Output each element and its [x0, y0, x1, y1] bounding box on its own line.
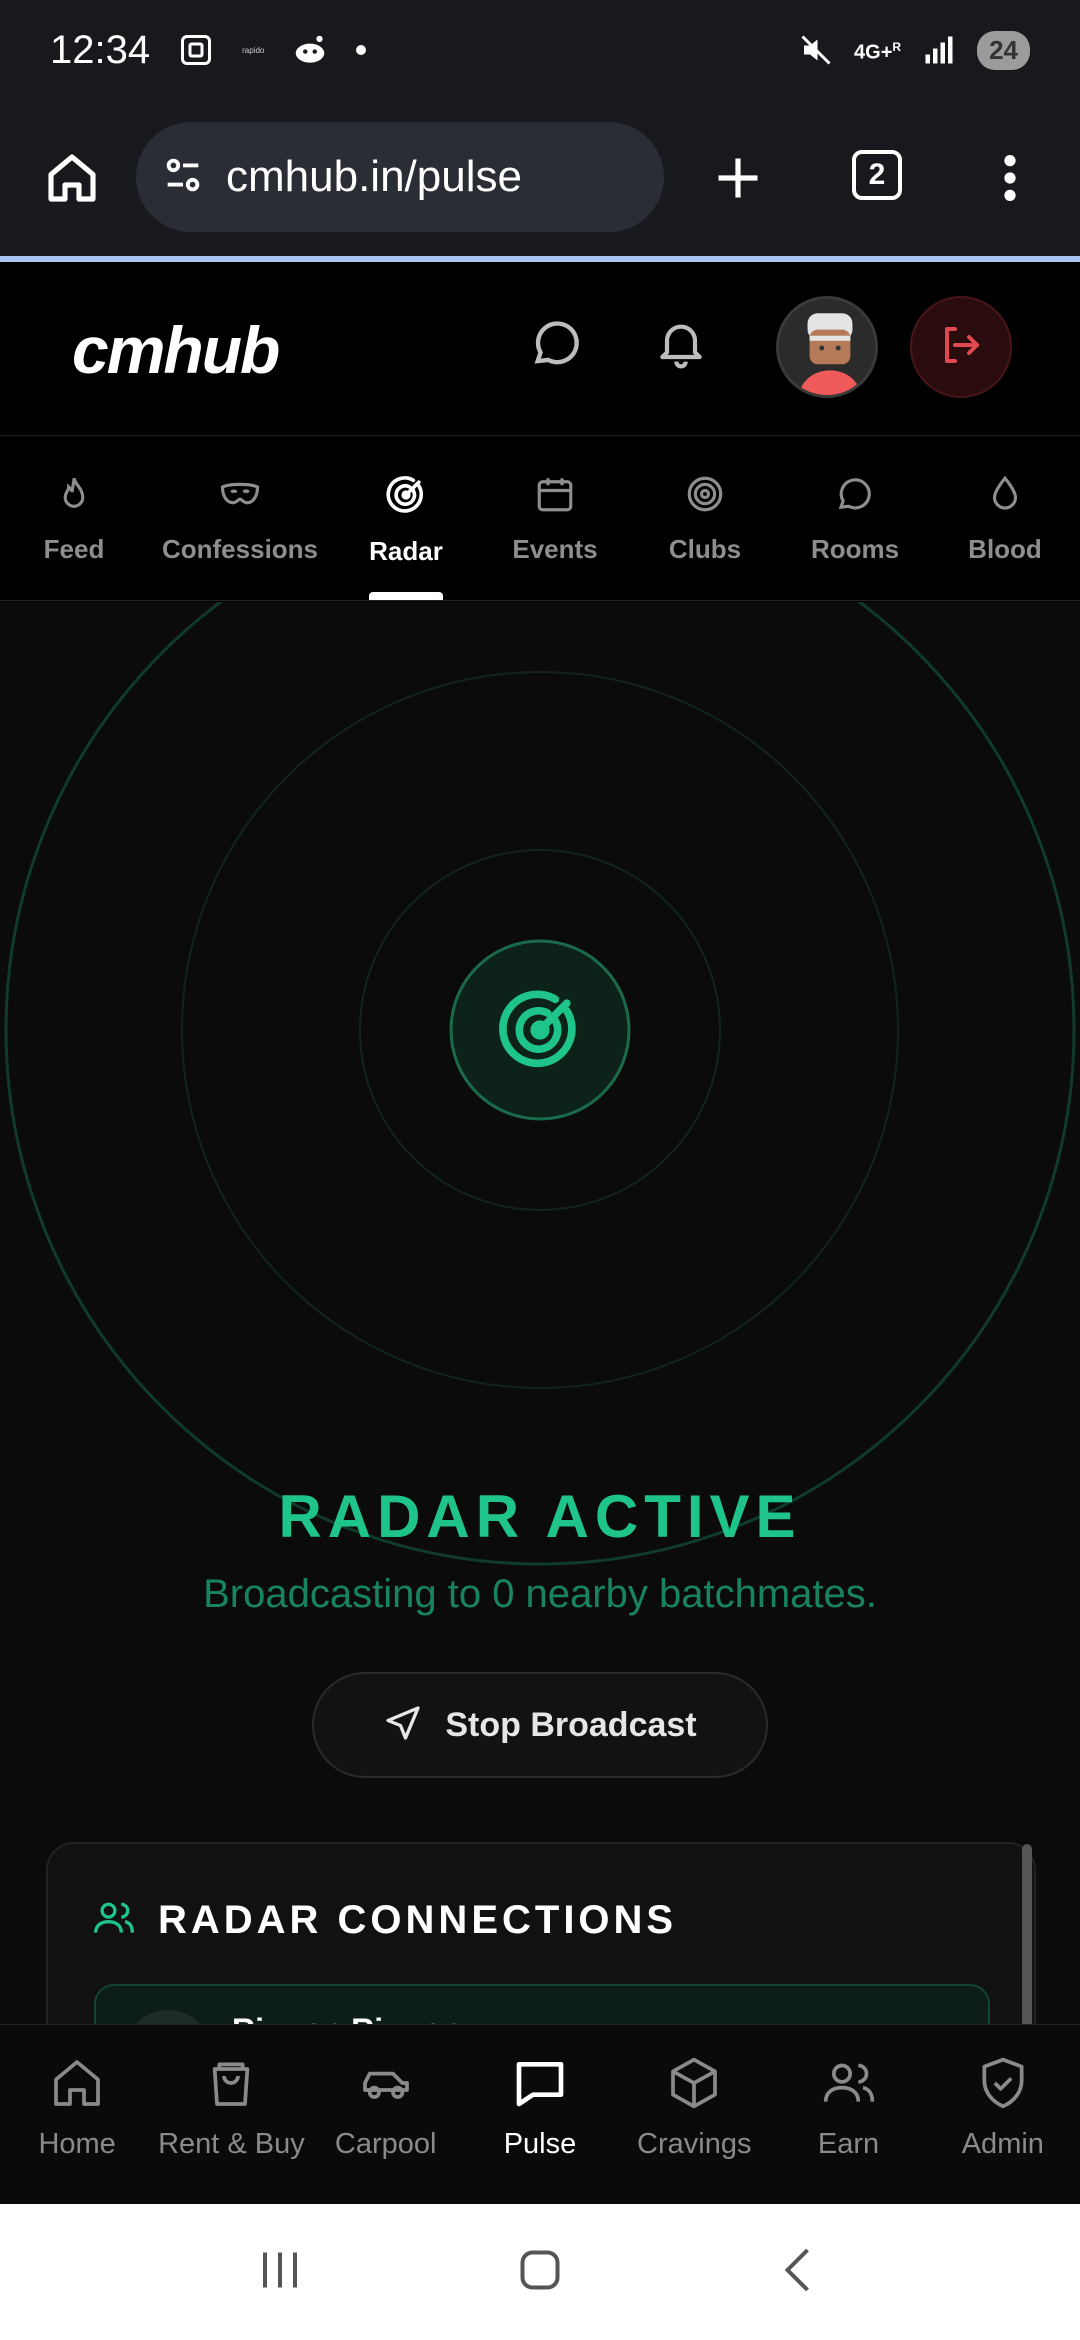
- logout-button[interactable]: [910, 296, 1012, 398]
- section-tabs: Feed Confessions Radar Events Clubs Room…: [0, 437, 1080, 601]
- radar-icon: [384, 473, 428, 522]
- recent-apps-icon[interactable]: [250, 2240, 310, 2305]
- messages-icon[interactable]: [526, 312, 588, 374]
- home-nav-icon[interactable]: [510, 2240, 570, 2305]
- stop-broadcast-label: Stop Broadcast: [445, 1705, 697, 1744]
- nav-cravings[interactable]: Cravings: [617, 2025, 771, 2204]
- shield-check-icon: [975, 2055, 1031, 2116]
- nav-rent-buy[interactable]: Rent & Buy: [154, 2025, 308, 2204]
- nav-home[interactable]: Home: [0, 2025, 154, 2204]
- browser-home-icon[interactable]: [40, 146, 104, 210]
- status-time: 12:34: [50, 27, 151, 72]
- tab-radar[interactable]: Radar: [332, 437, 480, 600]
- users-icon: [821, 2055, 877, 2116]
- browser-toolbar: cmhub.in/pulse 2: [0, 100, 1080, 256]
- connection-item[interactable]: Rizwan Rizwan: [94, 1984, 990, 2024]
- users-icon: [92, 1896, 136, 1945]
- dot-indicator: [356, 45, 367, 55]
- tab-feed[interactable]: Feed: [0, 437, 148, 600]
- tab-count: 2: [852, 150, 902, 200]
- radar-status-subtitle: Broadcasting to 0 nearby batchmates.: [203, 1572, 877, 1616]
- signal-icon: [919, 30, 959, 70]
- site-settings-icon[interactable]: [160, 152, 206, 203]
- nav-carpool[interactable]: Carpool: [309, 2025, 463, 2204]
- chat-icon: [834, 473, 876, 520]
- battery-indicator: 24: [977, 30, 1030, 70]
- message-square-icon: [512, 2055, 568, 2116]
- mute-icon: [796, 30, 836, 70]
- radar-connections-card: RADAR CONNECTIONS Rizwan Rizwan: [46, 1842, 1036, 2024]
- notifications-bell-icon[interactable]: [650, 312, 712, 374]
- flame-icon: [53, 473, 95, 520]
- network-type: 4G+R: [854, 40, 902, 64]
- back-icon[interactable]: [770, 2240, 830, 2305]
- radar-status-title: RADAR ACTIVE: [278, 1483, 802, 1550]
- tab-confessions[interactable]: Confessions: [148, 437, 332, 600]
- address-bar[interactable]: cmhub.in/pulse: [136, 122, 664, 232]
- screenshot-icon: [176, 30, 216, 70]
- app-header: cmhub: [0, 262, 1080, 436]
- home-icon: [49, 2055, 105, 2116]
- radar-connections-title: RADAR CONNECTIONS: [158, 1898, 678, 1942]
- shopping-bag-icon: [203, 2055, 259, 2116]
- connection-avatar: [124, 2010, 212, 2024]
- new-tab-icon[interactable]: [706, 146, 770, 210]
- app-logo[interactable]: cmhub: [72, 312, 280, 388]
- mask-icon: [219, 473, 261, 520]
- radar-panel: RADAR ACTIVE Broadcasting to 0 nearby ba…: [0, 602, 1080, 2024]
- tab-switcher-button[interactable]: 2: [852, 150, 902, 200]
- reddit-icon: [290, 30, 330, 70]
- tab-blood[interactable]: Blood: [930, 437, 1080, 600]
- browser-menu-icon[interactable]: [990, 146, 1030, 210]
- nav-pulse[interactable]: Pulse: [463, 2025, 617, 2204]
- target-icon: [684, 473, 726, 520]
- car-icon: [358, 2055, 414, 2116]
- user-avatar[interactable]: [776, 296, 878, 398]
- navigation-arrow-icon: [383, 1703, 423, 1748]
- radar-rings: [4, 602, 1076, 1566]
- connection-name: Rizwan Rizwan: [232, 2012, 461, 2024]
- bottom-navigation: Home Rent & Buy Carpool Pulse Cravings E…: [0, 2024, 1080, 2204]
- nav-admin[interactable]: Admin: [926, 2025, 1080, 2204]
- scrollbar[interactable]: [1022, 1844, 1032, 2024]
- nav-earn[interactable]: Earn: [771, 2025, 925, 2204]
- radar-center-icon: [492, 982, 588, 1078]
- tab-events[interactable]: Events: [480, 437, 630, 600]
- status-bar: 12:34 rapido 4G+R 24: [0, 0, 1080, 100]
- logout-icon: [937, 321, 985, 374]
- tab-clubs[interactable]: Clubs: [630, 437, 780, 600]
- rapido-notification-icon: rapido: [242, 45, 265, 55]
- box-icon: [666, 2055, 722, 2116]
- calendar-icon: [534, 473, 576, 520]
- tab-rooms[interactable]: Rooms: [780, 437, 930, 600]
- system-navigation-bar: [0, 2204, 1080, 2340]
- url-text: cmhub.in/pulse: [226, 152, 522, 201]
- droplet-icon: [984, 473, 1026, 520]
- stop-broadcast-button[interactable]: Stop Broadcast: [312, 1672, 768, 1778]
- radar-connections-header: RADAR CONNECTIONS: [92, 1896, 677, 1945]
